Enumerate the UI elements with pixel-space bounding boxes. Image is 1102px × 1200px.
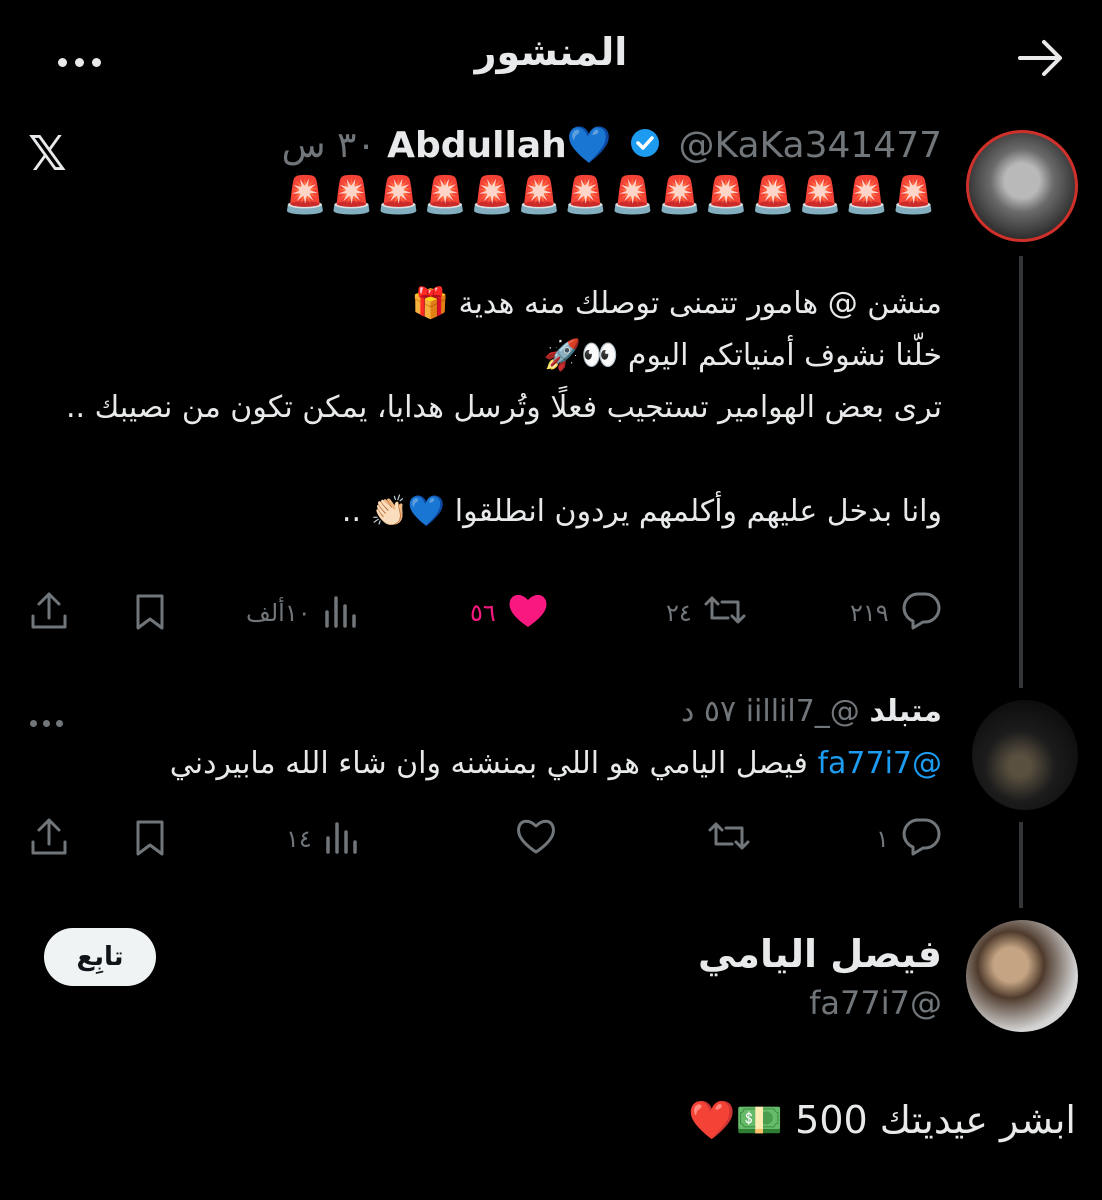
more-options-icon[interactable] <box>58 52 109 71</box>
share-icon[interactable] <box>28 816 70 862</box>
share-icon[interactable] <box>28 590 70 636</box>
heart-icon[interactable] <box>514 816 558 860</box>
like-count: ٥٦ <box>470 599 496 627</box>
reply-count: ١ <box>876 825 889 853</box>
author-name[interactable]: Abdullah💙 <box>387 125 611 166</box>
author-handle[interactable]: @KaKa341477 <box>679 125 943 166</box>
profile-name[interactable]: فيصل اليامي <box>698 932 942 976</box>
bookmark-icon[interactable] <box>130 592 170 636</box>
replier-name[interactable]: متبلد <box>869 694 942 729</box>
tweet-sirens: 🚨🚨🚨🚨🚨🚨🚨🚨🚨🚨🚨🚨🚨🚨 <box>282 175 938 216</box>
profile-avatar[interactable] <box>966 920 1078 1032</box>
replier-handle[interactable]: @_iillil7 <box>746 694 860 729</box>
repost-count: ٢٤ <box>666 599 692 627</box>
repost-icon[interactable] <box>706 816 752 860</box>
x-logo-icon: 𝕏 <box>28 126 67 182</box>
reply-action[interactable]: ٢١٩ <box>850 590 943 636</box>
more-options-icon[interactable] <box>30 712 69 731</box>
author-avatar[interactable] <box>966 130 1078 242</box>
tweet-header: Abdullah💙 @KaKa341477 ٣٠ س <box>282 124 942 168</box>
reply-icon <box>899 590 943 636</box>
views-count: ١٤ <box>286 825 312 853</box>
reply-header: متبلد @_iillil7 ٥٧ د <box>681 694 942 729</box>
page-title: المنشور <box>474 30 628 74</box>
heart-filled-icon <box>506 590 550 636</box>
reply-time: ٥٧ د <box>681 694 737 729</box>
tweet-time: ٣٠ س <box>281 125 376 166</box>
views-icon <box>322 816 362 862</box>
views-action[interactable]: ١٤ <box>286 816 362 862</box>
reply-icon <box>899 816 943 862</box>
reply-message: فيصل اليامي هو اللي بمنشنه وان شاء الله … <box>169 746 808 781</box>
views-icon <box>321 590 361 636</box>
follow-button[interactable]: تابِع <box>44 928 156 986</box>
mention-link[interactable]: @fa77i7 <box>817 746 942 781</box>
repost-icon <box>702 590 748 636</box>
reply-action[interactable]: ١ <box>876 816 943 862</box>
reply-count: ٢١٩ <box>850 599 889 627</box>
views-count: ١٠ألف <box>246 599 311 627</box>
bookmark-icon[interactable] <box>130 818 170 862</box>
views-action[interactable]: ١٠ألف <box>246 590 361 636</box>
verified-badge-icon <box>629 127 661 168</box>
tweet-text: منشن @ هامور تتمنى توصلك منه هدية 🎁 خلّن… <box>65 286 942 529</box>
reply-text: @fa77i7 فيصل اليامي هو اللي بمنشنه وان ش… <box>170 746 942 781</box>
like-action[interactable]: ٥٦ <box>470 590 550 636</box>
caption-text: ابشر عيديتك 500 💵❤️ <box>688 1098 1076 1142</box>
profile-handle[interactable]: @fa77i7 <box>809 984 942 1022</box>
replier-avatar[interactable] <box>972 700 1078 810</box>
thread-line <box>1019 256 1023 688</box>
repost-action[interactable]: ٢٤ <box>666 590 748 636</box>
thread-line <box>1019 822 1023 908</box>
